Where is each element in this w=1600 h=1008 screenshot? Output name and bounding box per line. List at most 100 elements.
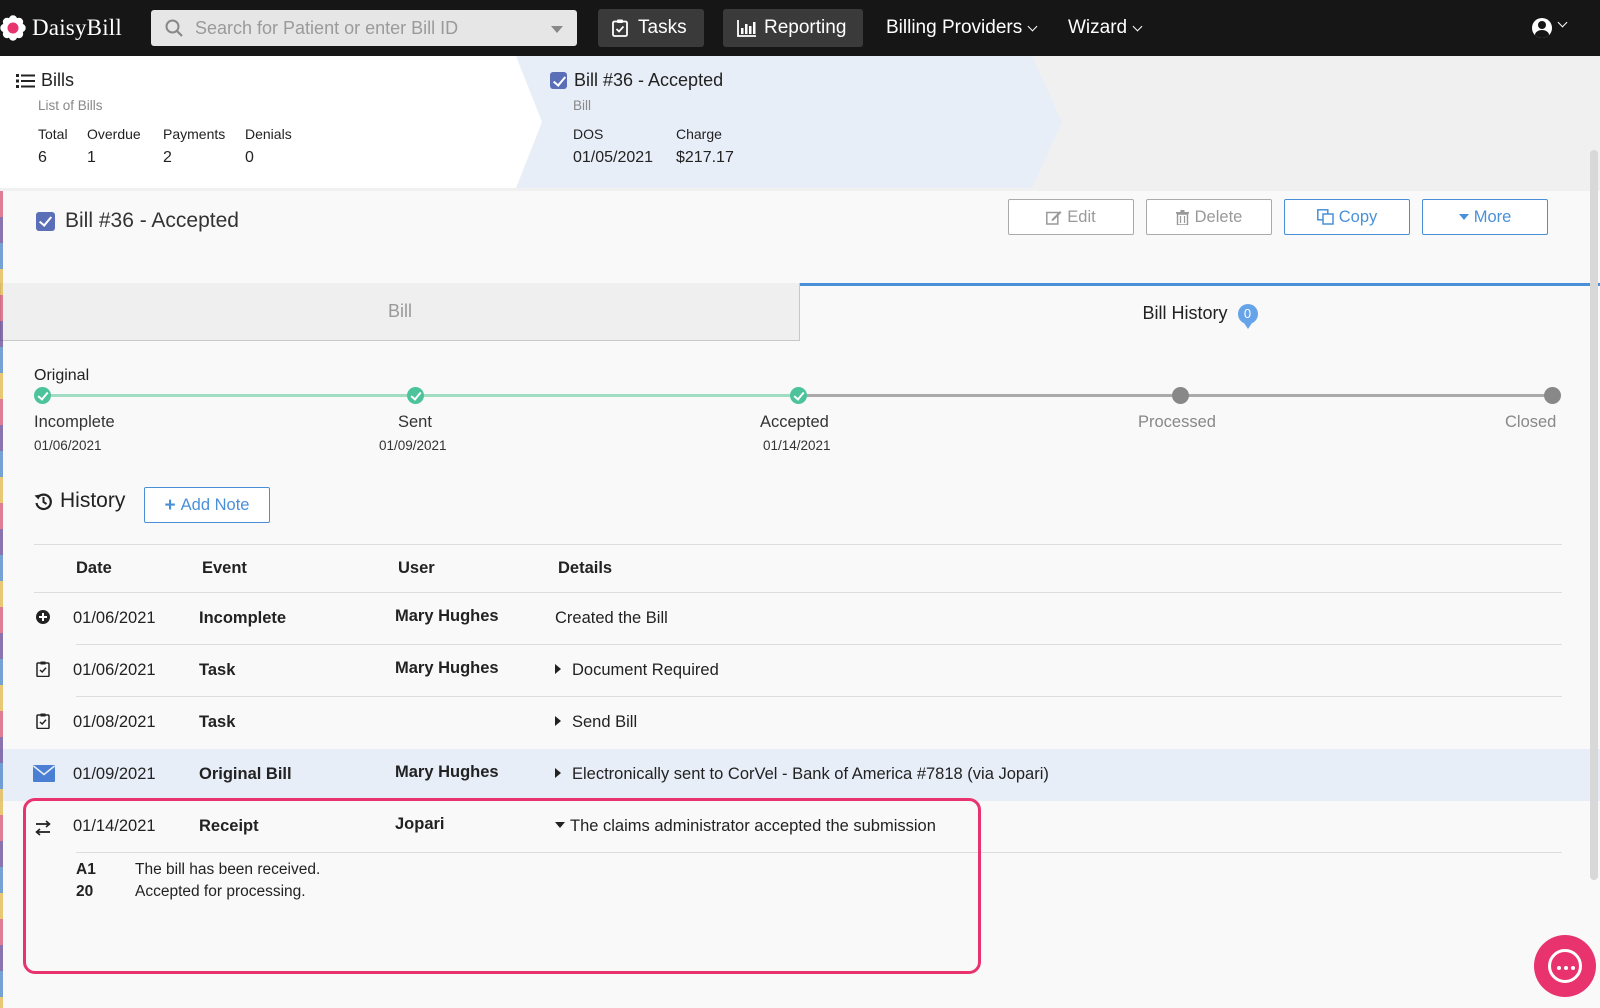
- step-accepted-dot: [790, 387, 807, 404]
- left-edge-decoration: [0, 191, 3, 1008]
- chevron-down-icon: [1132, 21, 1143, 31]
- row-details[interactable]: Document Required: [555, 661, 719, 680]
- charge-value: $217.17: [676, 149, 734, 166]
- step-label: Sent: [398, 413, 432, 431]
- bill-tabs: Bill Bill History 0: [0, 283, 1600, 341]
- stat-value: 2: [163, 149, 172, 166]
- reporting-label: Reporting: [764, 17, 847, 38]
- billing-providers-label: Billing Providers: [886, 17, 1023, 38]
- history-icon: [34, 493, 52, 510]
- annotation-highlight-box: [23, 798, 981, 974]
- plus-icon: +: [164, 494, 176, 516]
- checkbox-icon: [36, 211, 55, 231]
- tab-bill[interactable]: Bill: [0, 283, 800, 341]
- wizard-label: Wizard: [1068, 17, 1128, 38]
- expand-caret-icon: [555, 664, 561, 674]
- tasks-label: Tasks: [638, 17, 687, 38]
- chevron-down-icon: [1027, 21, 1038, 31]
- step-date: 01/14/2021: [763, 438, 831, 453]
- stat-value: 6: [38, 149, 47, 166]
- page-title: Bill #36 - Accepted: [36, 209, 239, 233]
- step-incomplete-dot: [34, 387, 51, 404]
- step-closed-dot: [1544, 387, 1561, 404]
- table-row[interactable]: 01/09/2021 Original Bill Mary Hughes Ele…: [0, 749, 1600, 801]
- search-input[interactable]: [195, 17, 535, 39]
- checkbox-icon: [550, 72, 567, 89]
- breadcrumb-bill-36[interactable]: Bill #36 - Accepted Bill DOS 01/05/2021 …: [516, 56, 1062, 188]
- row-event: Original Bill: [199, 765, 292, 783]
- row-user: Mary Hughes: [395, 763, 499, 781]
- stat-value: 0: [245, 149, 254, 166]
- clipboard-check-icon: [612, 19, 628, 37]
- row-user: Mary Hughes: [395, 607, 499, 625]
- column-header-user[interactable]: User: [398, 559, 435, 578]
- scrollbar[interactable]: [1590, 150, 1598, 880]
- copy-icon: [1316, 209, 1334, 225]
- step-date: 01/06/2021: [34, 438, 102, 453]
- table-row[interactable]: 01/08/2021 Task Send Bill: [0, 697, 1600, 748]
- app-name: DaisyBill: [32, 15, 122, 40]
- billing-providers-menu[interactable]: Billing Providers: [886, 9, 1038, 47]
- column-header-details[interactable]: Details: [558, 559, 612, 578]
- stat-label: Denials: [245, 126, 292, 142]
- bills-title: Bills: [41, 70, 75, 90]
- step-label: Processed: [1138, 413, 1216, 431]
- step-processed-dot: [1172, 387, 1189, 404]
- row-event: Incomplete: [199, 609, 287, 627]
- step-label: Closed: [1505, 413, 1557, 431]
- wizard-menu[interactable]: Wizard: [1068, 9, 1143, 47]
- step-label: Accepted: [760, 413, 829, 431]
- row-date: 01/08/2021: [73, 713, 156, 731]
- bill-crumb-subtitle: Bill: [573, 98, 592, 113]
- tab-bill-history[interactable]: Bill History 0: [800, 283, 1600, 341]
- expand-caret-icon: [555, 716, 561, 726]
- row-date: 01/06/2021: [73, 609, 156, 627]
- main-content: Bill #36 - Accepted Edit Delete Copy Mor…: [0, 191, 1600, 1008]
- tasks-button[interactable]: Tasks: [598, 9, 704, 47]
- step-date: 01/09/2021: [379, 438, 447, 453]
- step-sent-dot: [407, 387, 424, 404]
- clipboard-check-icon: [36, 661, 50, 677]
- bill-crumb-title: Bill #36 - Accepted: [574, 70, 724, 90]
- page-title-text: Bill #36 - Accepted: [65, 209, 239, 232]
- edit-icon: [1046, 210, 1062, 225]
- column-header-date[interactable]: Date: [76, 559, 112, 578]
- edit-button[interactable]: Edit: [1008, 199, 1134, 235]
- chevron-down-icon[interactable]: [551, 26, 563, 33]
- history-heading: History: [34, 489, 125, 513]
- list-icon: [16, 73, 35, 88]
- row-details[interactable]: Send Bill: [555, 713, 637, 732]
- progress-title: Original: [34, 367, 90, 384]
- stat-label: Total: [38, 126, 68, 142]
- stat-label: Overdue: [87, 126, 141, 142]
- top-navbar: DaisyBill Tasks Reporting Billing Provid…: [0, 0, 1600, 56]
- bills-subtitle: List of Bills: [38, 98, 103, 113]
- breadcrumb-bills[interactable]: Bills List of Bills Total 6 Overdue 1 Pa…: [0, 56, 548, 188]
- row-details[interactable]: Electronically sent to CorVel - Bank of …: [555, 765, 1049, 784]
- dos-label: DOS: [573, 126, 604, 142]
- charge-label: Charge: [676, 126, 722, 142]
- reporting-button[interactable]: Reporting: [723, 9, 863, 47]
- column-header-event[interactable]: Event: [202, 559, 247, 578]
- more-button[interactable]: More: [1422, 199, 1548, 235]
- chevron-down-icon[interactable]: [1557, 17, 1568, 28]
- table-row[interactable]: 01/06/2021 Incomplete Mary Hughes Create…: [0, 593, 1600, 644]
- delete-button[interactable]: Delete: [1146, 199, 1272, 235]
- table-row[interactable]: 01/06/2021 Task Mary Hughes Document Req…: [0, 645, 1600, 696]
- chat-button[interactable]: [1534, 935, 1596, 997]
- row-date: 01/06/2021: [73, 661, 156, 679]
- breadcrumb: Bills List of Bills Total 6 Overdue 1 Pa…: [0, 56, 1600, 191]
- chat-bubble-icon: [1548, 949, 1582, 983]
- copy-button[interactable]: Copy: [1284, 199, 1410, 235]
- search-icon: [165, 19, 183, 37]
- user-account-icon[interactable]: [1532, 18, 1552, 38]
- stat-value: 1: [87, 149, 96, 166]
- row-event: Task: [199, 713, 236, 731]
- app-logo[interactable]: DaisyBill: [0, 0, 148, 56]
- envelope-icon: [33, 765, 55, 782]
- add-note-button[interactable]: + Add Note: [144, 487, 270, 523]
- row-user: Mary Hughes: [395, 659, 499, 677]
- plus-circle-icon: [36, 610, 50, 624]
- patient-search[interactable]: [151, 10, 577, 46]
- trash-icon: [1175, 209, 1189, 225]
